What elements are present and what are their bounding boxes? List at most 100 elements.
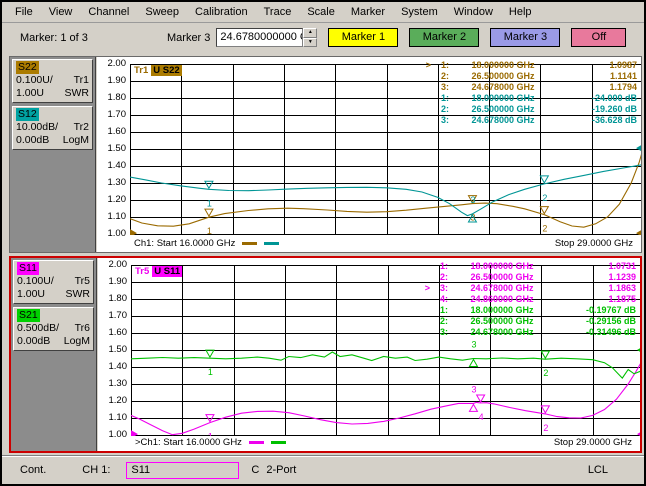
svg-text:1: 1: [208, 367, 213, 377]
marker-frequency-input[interactable]: 24.6780000000 GHz: [216, 28, 304, 47]
menu-trace[interactable]: Trace: [256, 4, 300, 20]
y-axis-tick: 1.70: [107, 109, 127, 120]
trace1-legend-dash: [242, 241, 258, 245]
marker-entry-label: Marker 3: [167, 31, 211, 44]
spin-up-icon[interactable]: ▲: [303, 28, 318, 38]
marker-2-button[interactable]: Marker 2: [409, 28, 480, 47]
channel1-window-bottom[interactable]: S11 0.100U/Tr5 1.00U SWR S21 0.500dB/Tr6 0.00d…: [9, 256, 642, 453]
y-axis-tick: 1.40: [108, 361, 128, 372]
cal-ports: 2-Port: [266, 464, 297, 476]
marker-buttons: Marker 1 Marker 2 Marker 3 Off: [317, 28, 627, 47]
trace-button-row: 0.500dB/Tr6: [17, 322, 90, 334]
svg-text:2: 2: [543, 368, 548, 378]
trace-button-row: 0.00dB LogM: [17, 335, 90, 347]
menu-view[interactable]: View: [41, 4, 81, 20]
trace-button-row: 1.00U SWR: [17, 288, 90, 300]
y-axis-tick: 1.10: [108, 412, 128, 423]
trace-panel-top: S22 0.100U/Tr1 1.00U SWR S12 10.00dB/Tr2 0.00d…: [10, 57, 96, 252]
menu-marker[interactable]: Marker: [343, 4, 393, 20]
menu-sweep[interactable]: Sweep: [137, 4, 187, 20]
svg-text:3: 3: [471, 384, 476, 394]
trace-button-s22[interactable]: S22 0.100U/Tr1 1.00U SWR: [12, 59, 93, 103]
y-axis-tick: 2.00: [108, 259, 128, 270]
y-axis-tick: 1.60: [107, 126, 127, 137]
sparam-badge: S22: [16, 61, 39, 74]
y-axis-tick: 1.60: [108, 327, 128, 338]
marker-frequency-spinbox[interactable]: 24.6780000000 GHz ▲ ▼: [216, 28, 318, 47]
menu-file[interactable]: File: [7, 4, 41, 20]
sparam-badge: S11: [17, 262, 39, 275]
y-axis-tick: 1.00: [108, 429, 128, 440]
marker-readout-row: 1: 18.000000 GHz 1.0731: [439, 261, 636, 271]
trace6-legend-dash: [270, 440, 286, 444]
menu-calibration[interactable]: Calibration: [187, 4, 256, 20]
channel-windows-area: S22 0.100U/Tr1 1.00U SWR S12 10.00dB/Tr2 0.00d…: [2, 54, 644, 453]
svg-text:4: 4: [479, 412, 484, 422]
marker-readout-row: 4: 24.860000 GHz 1.1875: [439, 294, 636, 304]
marker-readout-row: 2: 26.500000 GHz 1.1239: [439, 272, 636, 282]
y-axis-tick: 1.80: [107, 92, 127, 103]
svg-text:2: 2: [543, 423, 548, 433]
menu-system[interactable]: System: [393, 4, 446, 20]
trace-button-row: 0.100U/Tr5: [17, 275, 90, 287]
marker-readout-row: >3: 24.678000 GHz 1.1863: [424, 283, 636, 293]
channel-label: CH 1:: [82, 464, 111, 476]
y-axis-tick: 2.00: [107, 58, 127, 69]
cal-status: C: [251, 464, 260, 476]
marker-readout-row: 2: 26.500000 GHz 1.1141: [440, 71, 637, 81]
off-button[interactable]: Off: [571, 28, 627, 47]
active-trace-header-top: Tr1 U S22: [134, 65, 182, 76]
marker-3-button[interactable]: Marker 3: [490, 28, 561, 47]
marker-readout-row: 3: 24.678000 GHz -36.628 dB: [440, 115, 637, 125]
svg-text:1: 1: [208, 432, 213, 436]
marker-status-label: Marker: 1 of 3: [20, 31, 88, 44]
y-axis-tick: 1.90: [107, 75, 127, 86]
trace5-legend-dash: [248, 440, 264, 444]
y-axis-tick: 1.90: [108, 276, 128, 287]
menu-help[interactable]: Help: [501, 4, 540, 20]
y-axis-tick: 1.50: [107, 143, 127, 154]
y-axis-tick: 1.40: [107, 160, 127, 171]
sweep-stop-label-bottom: Stop 29.0000 GHz: [553, 437, 632, 448]
y-axis-tick: 1.10: [107, 211, 127, 222]
y-axis-tick: 1.50: [108, 344, 128, 355]
trace2-legend-dash: [264, 241, 280, 245]
marker-readout-row: >1: 18.000000 GHz 1.0987: [425, 60, 637, 70]
menu-scale[interactable]: Scale: [299, 4, 343, 20]
marker-1-button[interactable]: Marker 1: [328, 28, 399, 47]
trace-button-row: 0.100U/Tr1: [16, 74, 89, 86]
y-axis-tick: 1.00: [107, 228, 127, 239]
menu-channel[interactable]: Channel: [80, 4, 137, 20]
channel1-window-top[interactable]: S22 0.100U/Tr1 1.00U SWR S12 10.00dB/Tr2 0.00d…: [9, 56, 642, 253]
y-axis-tick: 1.20: [107, 194, 127, 205]
marker-readout-row: 1: 18.000000 GHz -24.000 dB: [440, 93, 637, 103]
menu-bar: File View Channel Sweep Calibration Trace Scal…: [2, 2, 644, 23]
y-axis-tick: 1.80: [108, 293, 128, 304]
svg-text:3: 3: [471, 340, 476, 350]
sweep-mode-status: Cont.: [20, 464, 47, 476]
spin-down-icon[interactable]: ▼: [303, 37, 318, 47]
trace-button-s11[interactable]: S11 0.100U/Tr5 1.00U SWR: [13, 260, 94, 304]
marker-readout-row: 2: 26.500000 GHz -19.260 dB: [440, 104, 637, 114]
trace-button-row: 1.00U SWR: [16, 87, 89, 99]
sweep-stop-label-top: Stop 29.0000 GHz: [554, 238, 633, 249]
svg-text:1: 1: [207, 198, 212, 208]
trace-button-row: 10.00dB/Tr2: [16, 121, 89, 133]
y-axis-tick: 1.30: [108, 378, 128, 389]
analyzer-screen: File View Channel Sweep Calibration Trace Scal…: [0, 0, 646, 486]
marker-readout-row: 3: 24.678000 GHz 1.1794: [440, 82, 637, 92]
sweep-start-label-bottom: >Ch1: Start 16.0000 GHz: [135, 437, 286, 448]
marker-readout-row: 3: 24.678000 GHz -0.31496 dB: [439, 327, 636, 337]
y-axis-tick: 1.30: [107, 177, 127, 188]
trace-button-s21[interactable]: S21 0.500dB/Tr6 0.00dB LogM: [13, 307, 94, 351]
trace-button-s12[interactable]: S12 10.00dB/Tr2 0.00dB LogM: [12, 106, 93, 150]
marker-readout-row: 1: 18.000000 GHz -0.19767 dB: [439, 305, 636, 315]
marker-readouts-top: >1: 18.000000 GHz 1.0987 2: 26.500000 GHz 1.1…: [421, 60, 637, 126]
sweep-start-label-top: Ch1: Start 16.0000 GHz: [134, 238, 280, 249]
trace-panel-bottom: S11 0.100U/Tr5 1.00U SWR S21 0.500dB/Tr6 0.00d…: [11, 258, 97, 451]
menu-window[interactable]: Window: [446, 4, 501, 20]
plot-area-bottom[interactable]: 1342132 Tr5U S11 1:18.000000 GHz1.07312:…: [98, 258, 640, 451]
svg-text:2: 2: [542, 193, 547, 203]
marker-readout-row: 2: 26.500000 GHz -0.29156 dB: [439, 316, 636, 326]
plot-area-top[interactable]: 132132 Tr1 U S22 >1: 18.000000 GHz 1.0987 2:…: [97, 57, 641, 252]
